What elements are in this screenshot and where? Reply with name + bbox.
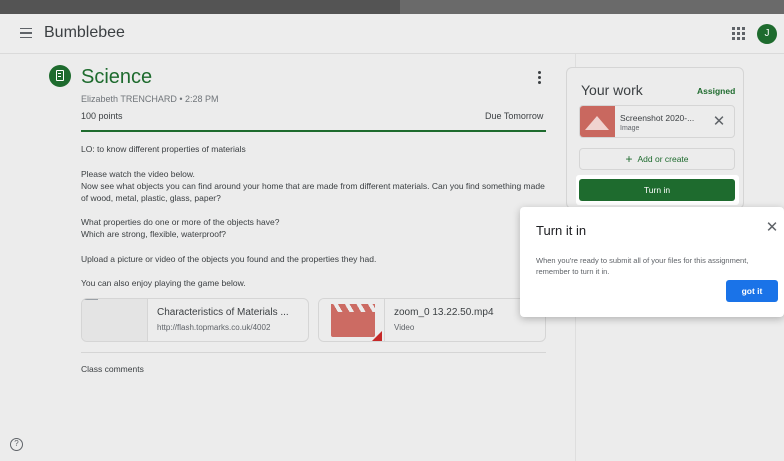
file-name: Screenshot 2020-... [620, 113, 695, 123]
turn-in-popup: Turn it in ✕ When you're ready to submit… [520, 207, 784, 317]
instruction-paragraph: LO: to know different properties of mate… [81, 144, 246, 154]
help-icon[interactable]: ? [10, 438, 23, 451]
assignment-points: 100 points [81, 111, 123, 121]
attachment-subtitle: Video [394, 323, 415, 332]
apps-grid-icon[interactable] [730, 25, 746, 41]
turn-in-button[interactable]: Turn in [579, 179, 735, 201]
hamburger-menu-icon[interactable] [16, 22, 38, 44]
more-vert-icon[interactable] [535, 71, 543, 85]
got-it-button[interactable]: got it [726, 280, 778, 302]
class-comments-label[interactable]: Class comments [81, 364, 144, 374]
assignment-due: Due Tomorrow [485, 111, 544, 121]
app-bar: Bumblebee J [0, 14, 784, 54]
popup-title: Turn it in [536, 223, 587, 238]
attachment-title: Characteristics of Materials ... [157, 307, 289, 318]
browser-top-strip [0, 0, 784, 14]
header-divider [81, 130, 546, 132]
attachment-video[interactable]: zoom_0 13.22.50.mp4 Video [318, 298, 546, 342]
app-title: Bumblebee [44, 24, 125, 41]
instruction-paragraph: Upload a picture or video of the objects… [81, 254, 377, 264]
turn-in-highlight: Turn in [576, 175, 739, 205]
assignment-icon [49, 65, 71, 87]
your-work-title: Your work [581, 82, 643, 98]
video-thumbnail [319, 299, 385, 341]
avatar[interactable]: J [757, 24, 777, 44]
assignment-meta: Elizabeth TRENCHARD • 2:28 PM [81, 94, 219, 104]
instruction-paragraph: Please watch the video below. Now see wh… [81, 169, 545, 203]
comments-divider [81, 352, 546, 353]
status-badge: Assigned [697, 86, 736, 96]
attachment-link[interactable]: Characteristics of Materials ... http://… [81, 298, 309, 342]
image-thumbnail [580, 106, 615, 137]
attachment-subtitle: http://flash.topmarks.co.uk/4002 [157, 323, 271, 332]
popup-body: When you're ready to submit all of your … [536, 256, 749, 276]
link-thumbnail [82, 299, 148, 341]
add-or-create-button[interactable]: + Add or create [579, 148, 735, 170]
attached-file[interactable]: Screenshot 2020-... Image ✕ [579, 105, 735, 138]
page-title: Science [81, 66, 153, 88]
browser-strip-dark [0, 0, 400, 14]
plus-icon: + [625, 152, 633, 166]
instruction-paragraph: You can also enjoy playing the game belo… [81, 278, 246, 288]
close-icon[interactable]: ✕ [764, 220, 780, 236]
close-icon[interactable]: ✕ [711, 114, 727, 130]
file-type: Image [620, 125, 640, 132]
instruction-paragraph: What properties do one or more of the ob… [81, 217, 280, 239]
your-work-card: Your work Assigned Screenshot 2020-... I… [566, 67, 744, 209]
